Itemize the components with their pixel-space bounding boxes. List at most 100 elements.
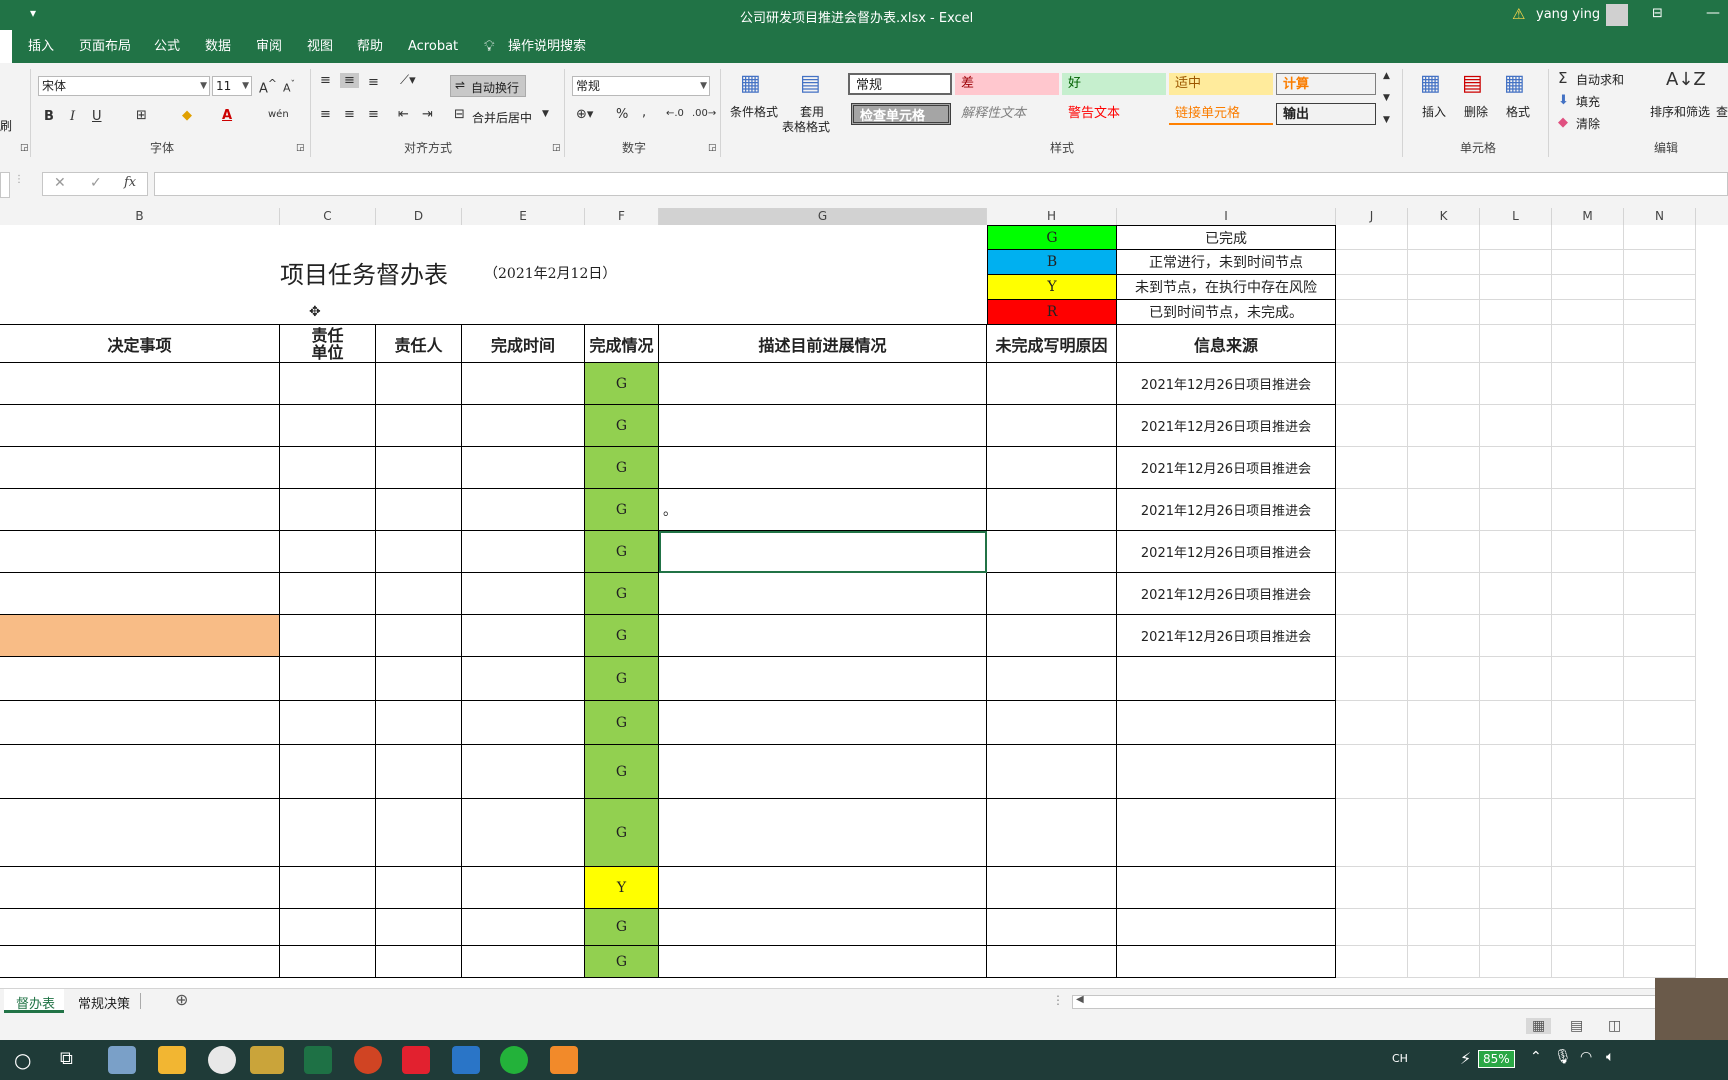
- legend-desc-b[interactable]: 正常进行，未到时间节点: [1117, 250, 1336, 275]
- empty-cell[interactable]: [1336, 573, 1408, 615]
- empty-cell[interactable]: [1408, 745, 1480, 799]
- empty-cell[interactable]: [1480, 531, 1552, 573]
- style-calculation[interactable]: 计算: [1276, 73, 1376, 95]
- empty-cell[interactable]: [1336, 867, 1408, 909]
- empty-cell[interactable]: [1336, 275, 1408, 300]
- decrease-indent-icon[interactable]: ⇤: [398, 107, 409, 122]
- style-warning[interactable]: 警告文本: [1062, 103, 1166, 125]
- align-bottom-icon[interactable]: ≡: [368, 75, 379, 90]
- progress-cell[interactable]: [659, 745, 987, 799]
- source-cell[interactable]: 2021年12月26日项目推进会: [1117, 531, 1336, 573]
- status-cell[interactable]: G: [585, 405, 659, 447]
- empty-cell[interactable]: [1480, 275, 1552, 300]
- app-icon-blue[interactable]: [452, 1046, 480, 1074]
- tab-acrobat[interactable]: Acrobat: [408, 30, 458, 63]
- empty-cell[interactable]: [1624, 701, 1696, 745]
- empty-cell[interactable]: [1552, 300, 1624, 325]
- cell-c[interactable]: [280, 489, 376, 531]
- empty-cell[interactable]: [1624, 615, 1696, 657]
- header-status[interactable]: 完成情况: [585, 325, 659, 363]
- empty-cell[interactable]: [1624, 250, 1696, 275]
- empty-cell[interactable]: [1624, 867, 1696, 909]
- cell-h[interactable]: [987, 657, 1117, 701]
- header-reason[interactable]: 未完成写明原因: [987, 325, 1117, 363]
- empty-cell[interactable]: [1480, 799, 1552, 867]
- cell-e[interactable]: [462, 867, 585, 909]
- cell-h[interactable]: [987, 701, 1117, 745]
- progress-cell[interactable]: [659, 799, 987, 867]
- increase-font-icon[interactable]: A^: [259, 77, 277, 96]
- empty-cell[interactable]: [1552, 573, 1624, 615]
- empty-cell[interactable]: [1552, 657, 1624, 701]
- empty-cell[interactable]: [1552, 615, 1624, 657]
- cell-c[interactable]: [280, 447, 376, 489]
- empty-cell[interactable]: [1480, 615, 1552, 657]
- cell-h[interactable]: [987, 489, 1117, 531]
- chrome-icon[interactable]: [208, 1046, 236, 1074]
- empty-cell[interactable]: [1624, 325, 1696, 363]
- phonetic-icon[interactable]: wén: [268, 109, 289, 120]
- cell-d[interactable]: [376, 531, 462, 573]
- cell-e[interactable]: [462, 745, 585, 799]
- style-linked-cell[interactable]: 链接单元格: [1169, 103, 1273, 125]
- empty-cell[interactable]: [1336, 745, 1408, 799]
- fill-icon[interactable]: ⬇: [1558, 93, 1569, 108]
- column-header-g[interactable]: G: [659, 208, 987, 225]
- header-owner[interactable]: 责任人: [376, 325, 462, 363]
- empty-cell[interactable]: [1480, 447, 1552, 489]
- empty-cell[interactable]: [1336, 799, 1408, 867]
- cell-d[interactable]: [376, 573, 462, 615]
- legend-code-r[interactable]: R: [987, 300, 1117, 325]
- empty-cell[interactable]: [1624, 909, 1696, 946]
- format-as-table-label-2[interactable]: 表格格式: [782, 118, 830, 135]
- align-top-icon[interactable]: ≡: [320, 73, 331, 88]
- cell-c[interactable]: [280, 745, 376, 799]
- cell-b[interactable]: [0, 573, 280, 615]
- merge-center-button[interactable]: 合并后居中: [472, 109, 532, 126]
- sort-filter-button[interactable]: 排序和筛选: [1650, 103, 1710, 120]
- sheet-tab-2[interactable]: 常规决策: [78, 993, 130, 1012]
- tab-insert[interactable]: 插入: [28, 30, 54, 63]
- cell-e[interactable]: [462, 531, 585, 573]
- empty-cell[interactable]: [1408, 250, 1480, 275]
- style-normal[interactable]: 常规: [848, 73, 952, 95]
- cell-e[interactable]: [462, 909, 585, 946]
- cell-h[interactable]: [987, 615, 1117, 657]
- microphone-icon[interactable]: 🎙︎: [1554, 1049, 1572, 1065]
- progress-cell[interactable]: 。: [659, 489, 987, 531]
- column-header-h[interactable]: H: [987, 208, 1117, 225]
- formula-input[interactable]: [154, 172, 1728, 196]
- empty-cell[interactable]: [1408, 275, 1480, 300]
- empty-cell[interactable]: [1480, 909, 1552, 946]
- progress-cell[interactable]: [659, 867, 987, 909]
- cell-c[interactable]: [280, 701, 376, 745]
- status-cell[interactable]: G: [585, 701, 659, 745]
- merge-center-icon[interactable]: ⊟: [454, 107, 465, 122]
- empty-cell[interactable]: [1480, 250, 1552, 275]
- normal-view-icon[interactable]: ▦: [1526, 1018, 1552, 1034]
- decrease-decimal-icon[interactable]: .00→: [692, 108, 716, 119]
- tell-me-search[interactable]: 操作说明搜索: [508, 30, 586, 63]
- bold-icon[interactable]: B: [44, 109, 54, 124]
- page-layout-view-icon[interactable]: ▤: [1570, 1018, 1583, 1034]
- cell-d[interactable]: [376, 701, 462, 745]
- sheet-date-note[interactable]: （2021年2月12日）: [484, 263, 616, 283]
- empty-cell[interactable]: [1480, 573, 1552, 615]
- source-cell[interactable]: 2021年12月26日项目推进会: [1117, 447, 1336, 489]
- cell-e[interactable]: [462, 615, 585, 657]
- insert-cells-button[interactable]: 插入: [1422, 103, 1446, 120]
- empty-cell[interactable]: [1480, 225, 1552, 250]
- cell-e[interactable]: [462, 701, 585, 745]
- empty-cell[interactable]: [1408, 405, 1480, 447]
- warning-icon[interactable]: ⚠: [1512, 5, 1525, 23]
- legend-code-b[interactable]: B: [987, 250, 1117, 275]
- empty-cell[interactable]: [1624, 946, 1696, 978]
- empty-cell[interactable]: [1480, 325, 1552, 363]
- column-header-b[interactable]: B: [0, 208, 280, 225]
- merge-dropdown-icon[interactable]: ▼: [542, 109, 549, 119]
- task-view-icon[interactable]: ⧉: [60, 1048, 73, 1069]
- styles-more-icon[interactable]: ▼: [1383, 115, 1390, 125]
- cell-b[interactable]: [0, 745, 280, 799]
- avatar[interactable]: [1606, 4, 1628, 26]
- progress-cell[interactable]: [659, 615, 987, 657]
